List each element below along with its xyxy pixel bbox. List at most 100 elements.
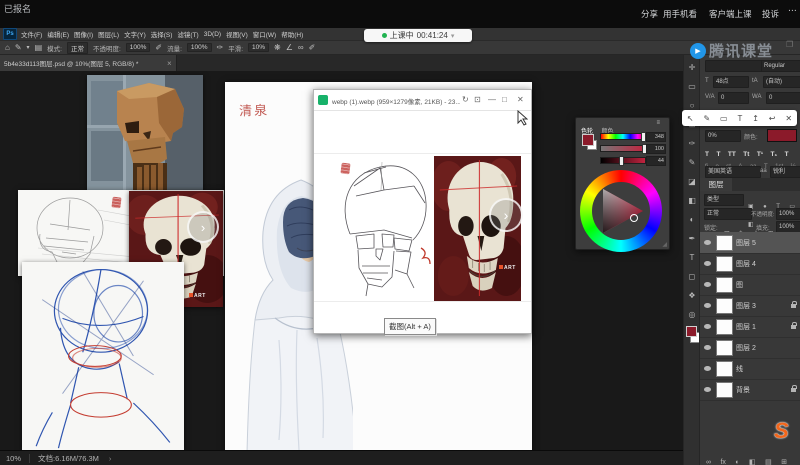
type-tool[interactable]: T <box>684 253 700 263</box>
layer-row[interactable]: 图层 2 <box>700 337 800 359</box>
saturation-slider[interactable] <box>600 145 646 152</box>
layer-row[interactable]: 图层 4 <box>700 253 800 275</box>
pen-tool[interactable]: ✒ <box>684 234 700 244</box>
opacity-select[interactable]: 100% <box>126 43 151 52</box>
layer-row[interactable]: 图层 1 <box>700 316 800 338</box>
foreground-color-swatch[interactable] <box>582 134 594 146</box>
rect-annotate-icon[interactable]: ▭ <box>720 114 728 123</box>
eye-icon[interactable] <box>704 366 711 371</box>
menu-file[interactable]: 文件(F) <box>21 29 42 39</box>
watch-on-phone-link[interactable]: 用手机看 <box>663 8 697 20</box>
brush-tool[interactable]: ✎ <box>684 158 700 168</box>
close-icon[interactable]: ✕ <box>785 114 792 123</box>
dodge-tool[interactable]: ◐ <box>684 215 700 225</box>
close-icon[interactable]: × <box>164 59 175 68</box>
brush-angle-icon[interactable]: ∠ <box>286 43 293 52</box>
viewer-title-bar[interactable]: webp (1).webp (959×1279像素, 21KB) - 23...… <box>314 90 531 111</box>
airbrush-icon[interactable]: ✑ <box>217 43 224 52</box>
viewer-next-button[interactable]: › <box>489 198 523 232</box>
report-link[interactable]: 投诉 <box>762 8 779 20</box>
document-tab[interactable]: 5b4e33d113图层.psd @ 10%(图层 5, RGB/8) * × <box>0 55 177 71</box>
brightness-slider[interactable] <box>600 157 646 164</box>
hue-value[interactable]: 348 <box>646 132 666 142</box>
text-color-swatch[interactable] <box>767 129 797 142</box>
home-icon[interactable]: ⌂ <box>5 43 10 52</box>
menu-layer[interactable]: 图层(L) <box>98 29 119 39</box>
toggle-panel-icon[interactable]: ▤ <box>35 43 43 52</box>
pressure-opacity-icon[interactable]: ✐ <box>155 43 162 52</box>
undo-icon[interactable]: ↩ <box>769 114 776 123</box>
client-class-link[interactable]: 客户端上课 <box>709 8 752 20</box>
more-icon[interactable]: ⋯ <box>788 5 797 16</box>
pen-annotate-icon[interactable]: ✎ <box>703 114 710 123</box>
layers-tab[interactable]: 图层 <box>700 178 732 191</box>
leading-select[interactable]: (自动) <box>763 76 800 88</box>
chevron-down-icon[interactable]: ▾ <box>27 44 30 51</box>
mode-select[interactable]: 正常 <box>67 42 88 54</box>
layer-style-button[interactable]: fx <box>720 459 725 465</box>
new-layer-button[interactable]: ⊞ <box>781 459 787 465</box>
layer-row[interactable]: 背景 <box>700 379 800 401</box>
marquee-tool[interactable]: ▭ <box>684 82 700 92</box>
new-group-button[interactable]: ▤ <box>765 459 772 465</box>
tracking-select[interactable]: 0 <box>766 92 800 104</box>
zoom-level[interactable]: 10% <box>6 454 21 463</box>
font-family-select[interactable] <box>705 60 763 72</box>
cursor-icon[interactable]: ↖ <box>687 114 694 123</box>
menu-view[interactable]: 视图(V) <box>226 29 248 39</box>
layer-filter-select[interactable]: 类型 <box>704 194 744 206</box>
rotate-icon[interactable]: ↻ <box>462 95 469 104</box>
layer-row[interactable]: 图层 5 <box>700 232 800 254</box>
menu-help[interactable]: 帮助(H) <box>281 29 303 39</box>
menu-filter[interactable]: 滤镜(T) <box>177 29 198 39</box>
hue-slider[interactable] <box>600 133 646 140</box>
eye-icon[interactable] <box>704 345 711 350</box>
smoothing-gear-icon[interactable]: ❋ <box>274 43 281 52</box>
zoom-tool[interactable]: ◎ <box>684 310 700 320</box>
close-button[interactable]: ✕ <box>517 95 524 104</box>
font-size-select[interactable]: 48点 <box>713 76 749 88</box>
symmetry-icon[interactable]: ∞ <box>298 43 304 52</box>
eye-icon[interactable] <box>704 324 711 329</box>
move-tool[interactable]: ✛ <box>684 63 700 73</box>
kerning-select[interactable]: 0 <box>718 92 749 104</box>
link-layers-button[interactable]: ∞ <box>706 459 711 465</box>
menu-select[interactable]: 选择(S) <box>151 29 173 39</box>
popout-window-icon[interactable]: ❐ <box>786 40 793 49</box>
gradient-tool[interactable]: ◧ <box>684 196 700 206</box>
blend-mode-select[interactable]: 正常 <box>704 208 752 220</box>
language-select[interactable]: 美国英语 <box>705 166 761 178</box>
brush-preset-icon[interactable]: ✎ <box>15 43 22 52</box>
layer-row[interactable]: 图层 3 <box>700 295 800 317</box>
menu-3d[interactable]: 3D(D) <box>204 31 221 38</box>
image-viewer-window[interactable]: webp (1).webp (959×1279像素, 21KB) - 23...… <box>313 89 532 334</box>
status-caret-icon[interactable]: › <box>109 454 112 463</box>
foreground-color-swatch[interactable] <box>686 326 697 337</box>
eyedropper-tool[interactable]: ✑ <box>684 139 700 149</box>
eye-icon[interactable] <box>704 303 711 308</box>
menu-type[interactable]: 文字(Y) <box>124 29 146 39</box>
flow-select[interactable]: 100% <box>187 43 212 52</box>
shape-tool[interactable]: ◻ <box>684 272 700 282</box>
layer-row[interactable]: 图 <box>700 274 800 296</box>
panel-menu-icon[interactable]: ≡ <box>656 120 660 126</box>
share-link[interactable]: 分享 <box>641 8 658 20</box>
baseline-field[interactable]: 0% <box>705 130 741 142</box>
eye-icon[interactable] <box>704 387 711 392</box>
fullscreen-icon[interactable]: ⊡ <box>474 95 481 104</box>
adjustment-layer-button[interactable]: ◧ <box>749 459 756 465</box>
layer-mask-button[interactable]: ◐ <box>735 459 739 465</box>
upload-icon[interactable]: ↥ <box>752 114 759 123</box>
resize-grip-icon[interactable]: ◢ <box>662 241 667 248</box>
antialias-select[interactable]: 锐利 <box>770 166 800 178</box>
live-timer-pill[interactable]: 上课中 00:41:24 ▾ <box>364 29 472 42</box>
layer-opacity-select[interactable]: 100% <box>776 208 800 220</box>
menu-edit[interactable]: 编辑(E) <box>47 29 69 39</box>
sv-triangle[interactable] <box>593 183 649 239</box>
layer-row[interactable]: 线 <box>700 358 800 380</box>
smoothing-select[interactable]: 10% <box>248 43 269 52</box>
hand-tool[interactable]: ❖ <box>684 291 700 301</box>
slider-handle[interactable] <box>619 156 624 166</box>
saturation-value[interactable]: 100 <box>646 144 666 154</box>
menu-image[interactable]: 图像(I) <box>74 29 93 39</box>
